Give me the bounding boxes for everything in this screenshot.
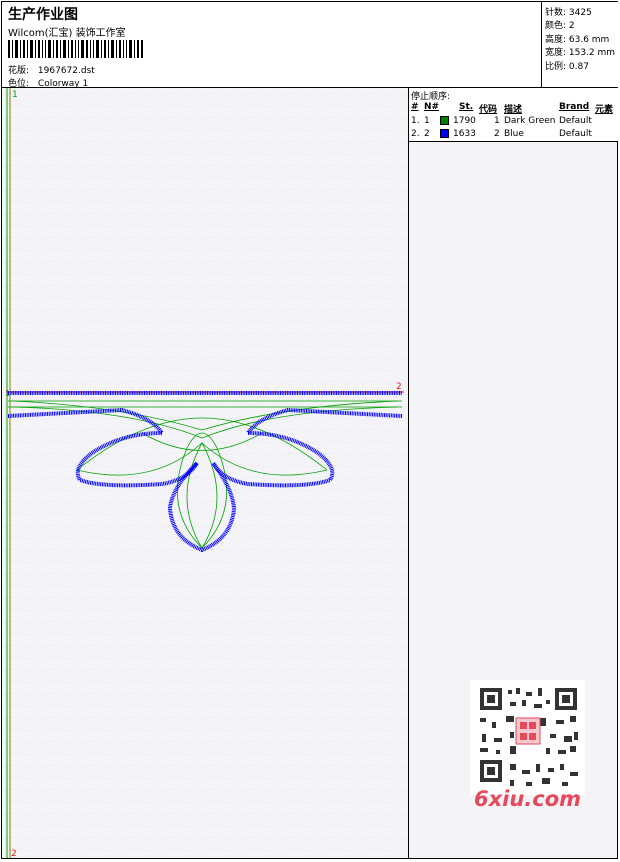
row-description: Dark Green <box>504 116 556 126</box>
studio-name: Wilcom(汇宝) 装饰工作室 <box>8 28 126 39</box>
color-swatch-blue <box>440 129 449 138</box>
color-swatch-dark-green <box>440 116 449 125</box>
design-scale: 比例: 0.87 <box>545 62 589 72</box>
row-brand: Default <box>559 116 592 126</box>
row-code: 1 <box>494 116 500 126</box>
col-element: 元素 <box>595 105 614 115</box>
row-stitches: 1790 <box>453 116 476 126</box>
design-height: 高度: 63.6 mm <box>545 35 610 45</box>
col-description: 描述 <box>504 105 523 115</box>
qr-code <box>470 680 585 795</box>
design-label: 花版: <box>8 66 30 76</box>
barcode <box>8 40 143 58</box>
stats-panel: 针数: 3425 颜色: 2 高度: 63.6 mm 宽度: 153.2 mm … <box>541 2 618 88</box>
stop-sequence-title: 停止顺序: <box>411 92 451 102</box>
header: 生产作业图 Wilcom(汇宝) 装饰工作室 花版: 1967672.dst 色… <box>2 2 542 89</box>
row-index: 2. <box>411 129 420 139</box>
design-value: 1967672.dst <box>37 66 95 76</box>
end-marker: 2 <box>396 382 402 392</box>
row-brand: Default <box>559 129 592 139</box>
row-needle: 2 <box>424 129 430 139</box>
col-brand: Brand <box>559 102 590 112</box>
start-marker: 1 <box>5 389 10 398</box>
design-canvas: 1 2 1 2 <box>2 88 408 859</box>
col-stitches: St. <box>459 102 474 112</box>
design-canvas-svg: 1 2 1 2 <box>2 88 408 859</box>
row-code: 2 <box>494 129 500 139</box>
col-code: 代码 <box>479 105 498 115</box>
top-marker: 1 <box>12 90 18 100</box>
col-index: # <box>411 102 419 112</box>
page-title: 生产作业图 <box>8 7 78 23</box>
watermark-logo: 6xiu.com <box>474 787 582 811</box>
design-file: 花版: 1967672.dst <box>8 63 95 76</box>
row-index: 1. <box>411 116 420 126</box>
bottom-marker: 2 <box>11 849 17 858</box>
stitch-count: 针数: 3425 <box>545 8 592 18</box>
row-description: Blue <box>504 129 524 139</box>
design-width: 宽度: 153.2 mm <box>545 48 616 58</box>
row-stitches: 1633 <box>453 129 476 139</box>
col-needle: N# <box>424 102 440 112</box>
stop-sequence-panel: 停止顺序: # N# St. 代码 描述 Brand 元素 1. 1 1790 … <box>409 88 618 142</box>
color-count: 颜色: 2 <box>545 21 575 31</box>
row-needle: 1 <box>424 116 430 126</box>
